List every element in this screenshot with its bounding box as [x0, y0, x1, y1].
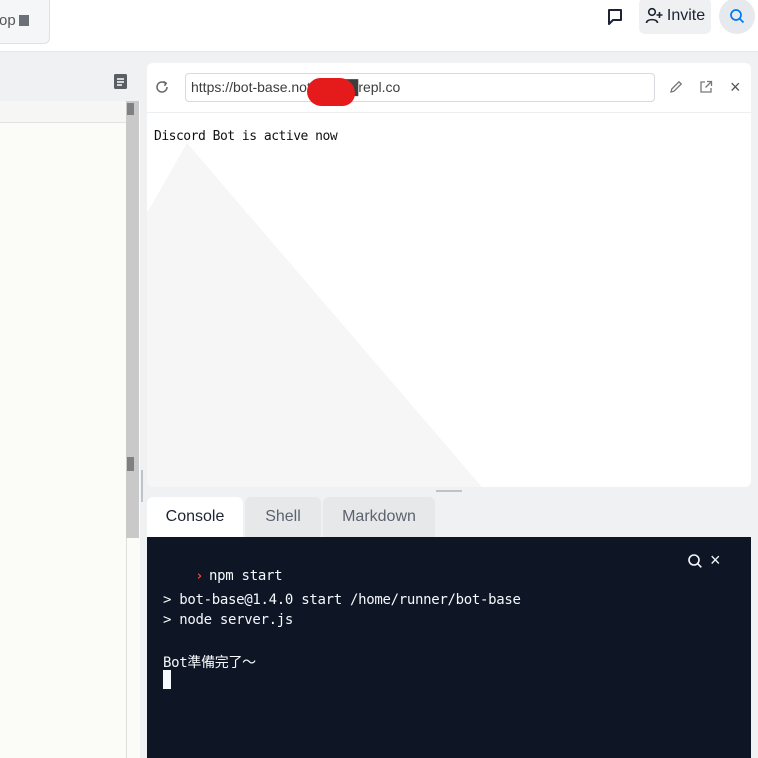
url-text: https://bot-base.note████repl.co	[191, 79, 401, 95]
pane-resize-handle-vertical[interactable]	[141, 470, 143, 502]
prompt-chevron-icon: ›	[195, 569, 204, 584]
console-command: npm start	[209, 568, 283, 584]
scrollbar-arrow-up[interactable]	[127, 103, 134, 115]
bottom-tabs: Console Shell Markdown	[147, 497, 435, 537]
document-icon[interactable]	[113, 73, 129, 91]
scrollbar[interactable]	[126, 101, 139, 538]
pane-resize-handle[interactable]	[436, 490, 462, 492]
webview-pane: https://bot-base.note████repl.co × Disco…	[147, 63, 751, 487]
console-output-line: > bot-base@1.4.0 start /home/runner/bot-…	[163, 592, 521, 608]
terminal-cursor	[163, 670, 171, 689]
chat-button[interactable]	[600, 2, 630, 32]
chat-icon	[608, 9, 622, 25]
page-content: Discord Bot is active now	[154, 129, 338, 144]
tab-markdown[interactable]: Markdown	[323, 497, 435, 537]
search-icon	[730, 9, 745, 24]
url-input[interactable]: https://bot-base.note████repl.co	[185, 73, 655, 102]
left-panel	[0, 53, 140, 758]
top-bar: op Invite	[0, 0, 758, 52]
invite-label: Invite	[666, 7, 706, 24]
scrollbar-thumb[interactable]	[127, 457, 134, 471]
search-button[interactable]	[719, 0, 755, 34]
search-icon[interactable]	[687, 553, 703, 569]
close-webview-button[interactable]: ×	[730, 78, 741, 96]
tab-shell[interactable]: Shell	[245, 497, 321, 537]
tab-console[interactable]: Console	[147, 497, 243, 537]
file-tab[interactable]: op	[0, 0, 50, 44]
close-icon[interactable]: ×	[710, 550, 721, 571]
reload-icon[interactable]	[154, 79, 170, 95]
redaction-mark	[307, 78, 355, 106]
webview-toolbar: https://bot-base.note████repl.co ×	[147, 63, 751, 113]
console-output-line: > node server.js	[163, 612, 294, 628]
file-tab-label: op	[0, 11, 16, 29]
left-panel-header	[0, 53, 140, 101]
background-watermark	[147, 143, 482, 487]
stop-icon[interactable]	[18, 14, 29, 26]
file-tree-header-row	[0, 101, 126, 123]
pencil-icon[interactable]	[668, 79, 684, 95]
console-output-line: Bot準備完了～	[163, 655, 256, 671]
file-tree[interactable]	[0, 101, 126, 541]
add-user-icon	[645, 7, 663, 24]
external-link-icon[interactable]	[698, 79, 714, 95]
divider	[126, 538, 127, 758]
console-panel[interactable]: › npm start × > bot-base@1.4.0 start /hom…	[147, 537, 751, 758]
invite-button[interactable]: Invite	[639, 0, 711, 34]
